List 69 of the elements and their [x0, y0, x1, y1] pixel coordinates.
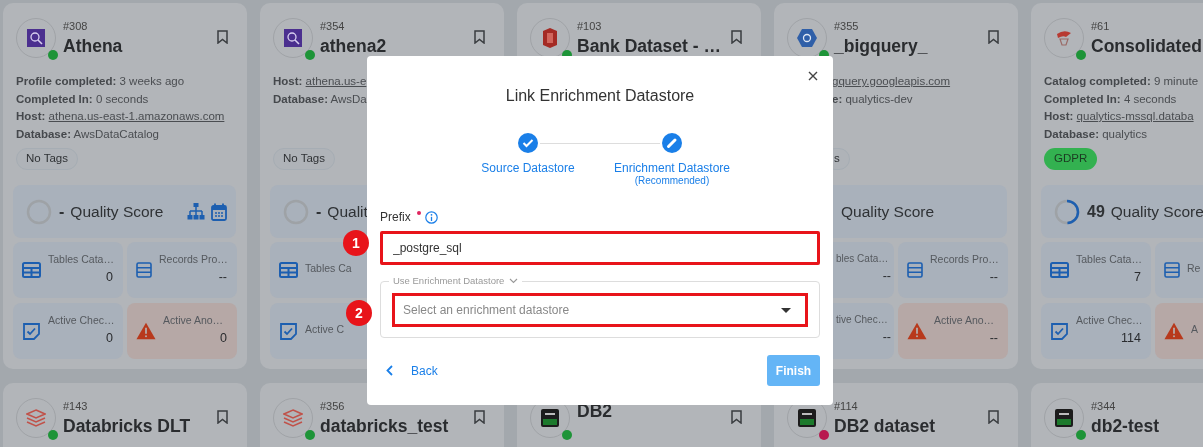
metric-value: -- [989, 330, 998, 345]
datastore-title: db2-test [1091, 417, 1161, 435]
group-legend: Use Enrichment Datastore [393, 275, 505, 286]
metric-value: -- [882, 330, 891, 344]
metric-label: Tables Ca [305, 262, 353, 274]
datastore-title: Databricks DLT [63, 417, 192, 435]
datastore-title: databricks_test [320, 417, 450, 435]
datastore-title: Athena [63, 37, 124, 55]
datastore-number: #354 [320, 20, 346, 33]
info-line: Profile completed: 3 weeks ago [16, 74, 186, 89]
tag-chip: No Tags [16, 148, 78, 170]
info-line: e: qualytics-dev [832, 91, 914, 107]
step-label: Source Datastore [481, 161, 575, 175]
metric-value: 0 [220, 330, 227, 345]
field-label: Prefix [380, 210, 411, 224]
info-line: Completed In: 4 seconds [1044, 91, 1178, 107]
tag-chip: No Tags [273, 148, 335, 170]
datastore-number: #355 [834, 20, 860, 33]
quality-score-label: Qualit [327, 202, 368, 221]
metric-value: -- [218, 269, 227, 284]
metric-value: -- [882, 269, 891, 283]
metric-label: A [1191, 323, 1199, 335]
metric-label: Active Ano… [934, 313, 996, 326]
datastore-number: #114 [834, 400, 859, 413]
info-line: Catalog completed: 9 minute [1044, 74, 1200, 89]
metric-label: Active Chec… [48, 313, 113, 326]
metric-label: Tables Cata… [1076, 252, 1141, 265]
metric-label: Records Pro… [930, 252, 998, 265]
metric-label: tive Chec… [836, 314, 889, 325]
quality-score-label: Quality Score [1110, 202, 1203, 221]
metric-value: 0 [106, 269, 113, 284]
info-line: Host: athena.us-east-1.amazonaws.com [16, 109, 226, 124]
metric-label: Active C [305, 323, 346, 335]
info-line: Database: AwsDataCatalog [16, 126, 160, 142]
datastore-title: _bigquery_ [834, 37, 929, 55]
metric-value: 114 [1121, 330, 1141, 345]
datastore-number: #103 [577, 20, 603, 33]
step-note: (Recommended) [634, 175, 710, 186]
datastore-number: #308 [63, 20, 89, 33]
datastore-title: athena2 [320, 37, 388, 55]
datastore-number: #356 [320, 400, 346, 413]
dialog-title: Link Enrichment Datastore [504, 87, 696, 105]
info-line: Database: qualytics [1044, 126, 1148, 142]
quality-score-label: Quality Score [841, 202, 935, 221]
quality-score-value: - [59, 202, 65, 221]
datastore-number: #143 [63, 400, 89, 413]
metric-value: 7 [1134, 269, 1141, 284]
info-line: Host: qualytics-mssql.databa [1044, 109, 1195, 124]
info-line: Completed In: 0 seconds [16, 91, 150, 107]
metric-label: Active Ano… [163, 313, 225, 326]
info-line: Database: AwsDa [273, 91, 368, 107]
datastore-number: #61 [1091, 20, 1111, 33]
datastore-title: Consolidated [1091, 37, 1203, 55]
quality-score-value: - [316, 202, 322, 221]
step-marker: 2 [346, 300, 372, 326]
step-label: Enrichment Datastore [613, 161, 731, 175]
metric-label: bles Cata… [836, 253, 890, 264]
datastore-title: Bank Dataset - … [577, 37, 722, 55]
metric-label: Active Chec… [1076, 313, 1141, 326]
quality-score-label: Quality Score [70, 202, 164, 221]
quality-score-value: 49 [1087, 202, 1105, 221]
metric-value: -- [989, 269, 998, 284]
metric-label: Records Pro… [159, 252, 227, 265]
metric-label: Re [1187, 262, 1202, 274]
datastore-number: #344 [1091, 400, 1117, 413]
datastore-title: DB2 dataset [834, 417, 937, 435]
metric-label: Tables Cata… [48, 252, 113, 265]
tag-chip: GDPR [1044, 148, 1098, 170]
metric-value: 0 [106, 330, 113, 345]
